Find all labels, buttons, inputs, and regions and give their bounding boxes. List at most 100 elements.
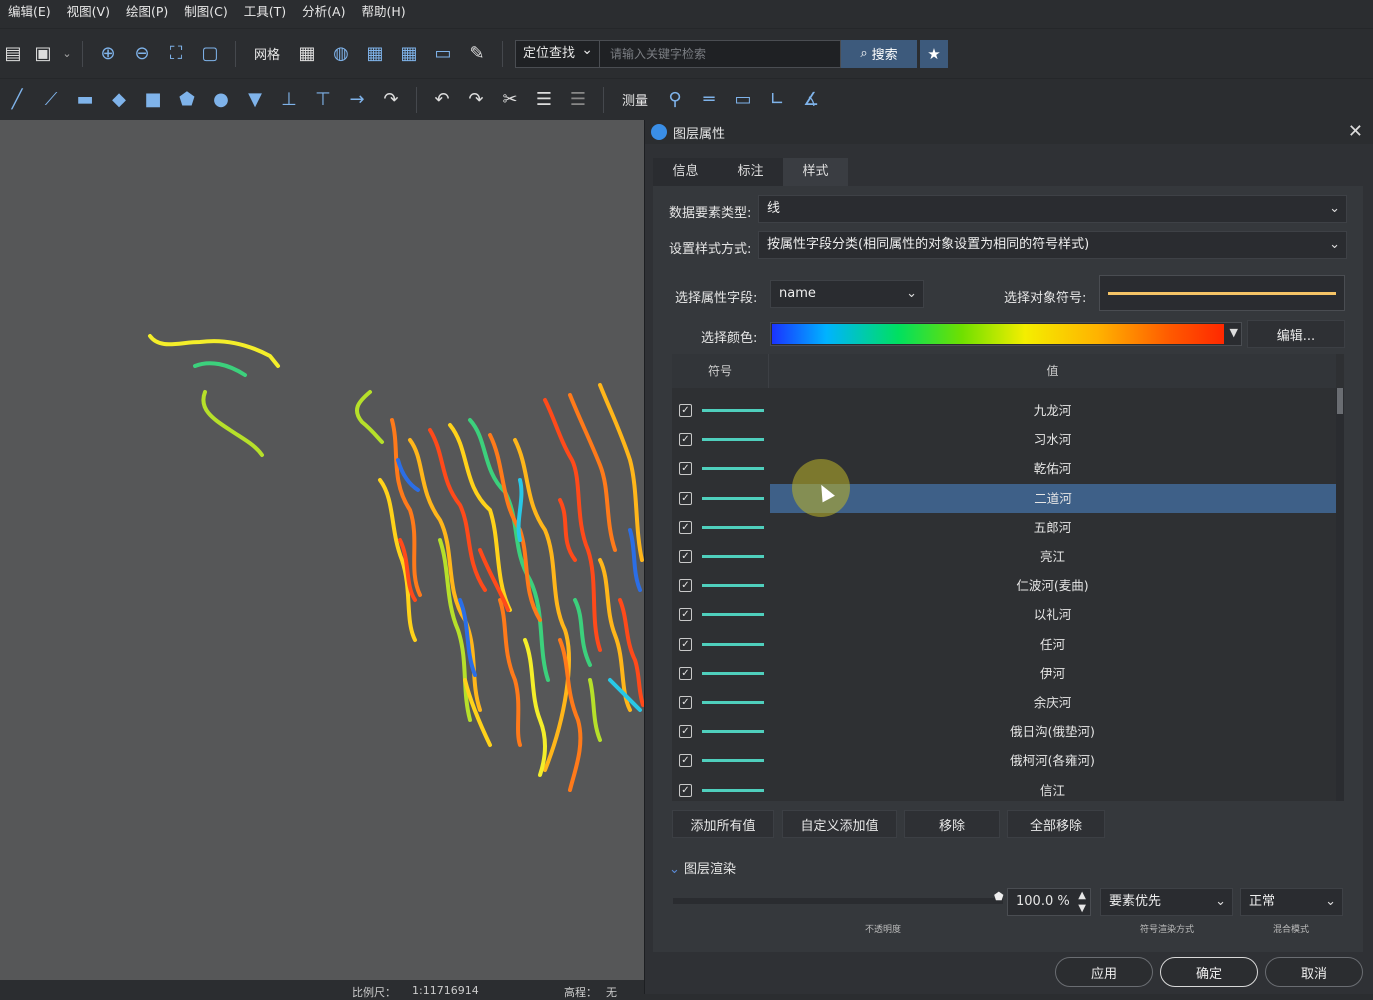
row-checkbox[interactable]: ✓ <box>679 696 692 709</box>
edit-color-button[interactable]: 编辑... <box>1247 320 1345 348</box>
row-value[interactable]: 以礼河 <box>769 600 1336 629</box>
row-value[interactable]: 余庆河 <box>769 688 1336 717</box>
table-row[interactable]: ✓ 任河 <box>672 630 1336 659</box>
row-value[interactable]: 俄日沟(俄垫河) <box>769 717 1336 746</box>
row-checkbox[interactable]: ✓ <box>679 520 692 534</box>
table-row[interactable]: ✓ 伊河 <box>672 659 1336 688</box>
row-symbol-line[interactable] <box>702 525 764 529</box>
row-symbol-line[interactable] <box>702 759 764 763</box>
nh-grid-icon[interactable]: ▦ <box>392 38 426 70</box>
draw-polygon-icon[interactable]: ◆ <box>102 84 136 116</box>
table-row[interactable]: ✓ 余庆河 <box>672 688 1336 717</box>
grid-icon[interactable]: ▦ <box>290 38 324 70</box>
folder-icon[interactable]: ▭ <box>426 38 460 70</box>
row-checkbox[interactable]: ✓ <box>679 608 692 622</box>
layers-icon[interactable]: ▤ <box>0 38 26 70</box>
search-button[interactable]: ⌕ 搜索 <box>841 39 918 68</box>
measure-label[interactable]: 测量 <box>612 90 658 109</box>
symbol-render-select[interactable]: 要素优先 ⌄ <box>1100 888 1233 916</box>
row-checkbox[interactable]: ✓ <box>679 725 692 739</box>
zoom-out-icon[interactable]: ⊖ <box>125 38 159 70</box>
list-icon[interactable]: ☰ <box>561 84 595 116</box>
dropdown-icon[interactable]: ⌄ <box>60 38 74 70</box>
data-type-select[interactable]: 线 ⌄ <box>758 195 1347 223</box>
locate-mode-select[interactable]: 定位查找 <box>516 37 601 67</box>
tab-info[interactable]: 信息 <box>653 158 718 186</box>
favorite-star-icon[interactable]: ★ <box>920 39 949 68</box>
attribute-table-icon[interactable]: ☰ <box>527 84 561 116</box>
row-checkbox[interactable]: ✓ <box>679 783 692 797</box>
draw-circle-icon[interactable]: ● <box>204 84 238 116</box>
row-symbol-line[interactable] <box>702 584 764 588</box>
row-value[interactable]: 五郎河 <box>769 513 1336 542</box>
table-row[interactable]: ✓ 俄日沟(俄垫河) <box>672 717 1336 746</box>
table-row[interactable]: ✓ 亮江 <box>672 542 1336 571</box>
draw-text-icon[interactable]: ⊤ <box>306 84 340 116</box>
brush-icon[interactable]: ✎ <box>460 38 494 70</box>
redo-icon[interactable]: ↷ <box>459 84 493 116</box>
measure-distance-icon[interactable]: ═ <box>692 84 726 116</box>
row-checkbox[interactable]: ✓ <box>679 433 692 447</box>
blend-mode-select[interactable]: 正常 ⌄ <box>1240 888 1343 916</box>
table-row[interactable]: ✓ 习水河 <box>672 425 1336 454</box>
search-input[interactable] <box>600 40 841 67</box>
scrollbar-thumb[interactable] <box>1337 388 1343 414</box>
table-row[interactable]: ✓ 仁波河(麦曲) <box>672 571 1336 600</box>
row-checkbox[interactable]: ✓ <box>679 579 692 593</box>
draw-marker-icon[interactable]: ▼ <box>238 84 272 116</box>
row-value[interactable]: 亮江 <box>769 542 1336 571</box>
ok-button[interactable]: 确定 <box>1160 957 1258 987</box>
draw-curve-icon[interactable]: ↷ <box>374 84 408 116</box>
scale-value[interactable]: 1:11716914 <box>412 984 479 997</box>
globe-grid-icon[interactable]: ◍ <box>324 38 358 70</box>
tab-label[interactable]: 标注 <box>718 158 783 186</box>
menu-cartography[interactable]: 制图(C) <box>176 0 235 24</box>
style-mode-select[interactable]: 按属性字段分类(相同属性的对象设置为相同的符号样式) ⌄ <box>758 231 1347 259</box>
km-grid-icon[interactable]: ▦ <box>358 38 392 70</box>
row-symbol-line[interactable] <box>702 409 764 412</box>
grid-label[interactable]: 网格 <box>244 44 290 63</box>
row-symbol-line[interactable] <box>702 788 764 792</box>
row-checkbox[interactable]: ✓ <box>679 462 692 476</box>
row-checkbox[interactable]: ✓ <box>679 637 692 651</box>
measure-azimuth-icon[interactable]: ∡ <box>794 84 828 116</box>
color-ramp-select[interactable]: ▼ <box>770 322 1242 346</box>
row-symbol-line[interactable] <box>702 467 764 471</box>
row-symbol-line[interactable] <box>702 438 764 442</box>
row-value[interactable]: 习水河 <box>769 425 1336 454</box>
symbol-picker[interactable] <box>1099 275 1345 311</box>
measure-area-icon[interactable]: ▭ <box>726 84 760 116</box>
tab-style[interactable]: 样式 <box>783 158 848 186</box>
slider-thumb-icon[interactable]: ⬟ <box>994 890 1004 903</box>
remove-all-button[interactable]: 全部移除 <box>1007 810 1105 838</box>
row-value[interactable]: 二道河 <box>770 483 1336 513</box>
add-all-values-button[interactable]: 添加所有值 <box>672 810 774 838</box>
opacity-spinbox[interactable]: 100.0 % ▲ ▼ <box>1007 888 1091 916</box>
remove-button[interactable]: 移除 <box>904 810 1000 838</box>
table-row[interactable]: ✓ 以礼河 <box>672 600 1336 629</box>
row-value[interactable]: 任河 <box>769 630 1336 659</box>
zoom-in-icon[interactable]: ⊕ <box>91 38 125 70</box>
row-value[interactable]: 信江 <box>769 776 1336 801</box>
draw-line-icon[interactable]: ╱ <box>0 84 34 116</box>
undo-icon[interactable]: ↶ <box>425 84 459 116</box>
row-checkbox[interactable]: ✓ <box>679 754 692 768</box>
table-scrollbar[interactable] <box>1336 388 1344 801</box>
row-checkbox[interactable]: ✓ <box>679 550 692 563</box>
fit-view-icon[interactable]: ▢ <box>193 38 227 70</box>
full-extent-icon[interactable]: ⛶ <box>159 38 193 70</box>
row-value[interactable]: 九龙河 <box>769 396 1336 425</box>
row-value[interactable]: 伊河 <box>769 659 1336 688</box>
draw-baseline-icon[interactable]: ⊥ <box>272 84 306 116</box>
table-row[interactable]: ✓ 五郎河 <box>672 513 1336 542</box>
table-row[interactable]: ✓ 乾佑河 <box>672 454 1336 483</box>
cut-icon[interactable]: ✂ <box>493 84 527 116</box>
row-symbol-line[interactable] <box>702 555 764 558</box>
row-symbol-line[interactable] <box>702 730 764 734</box>
table-row[interactable]: ✓ 俄柯河(各雍河) <box>672 746 1336 775</box>
row-symbol-line[interactable] <box>702 701 764 704</box>
spin-arrows-icon[interactable]: ▲ ▼ <box>1078 889 1086 915</box>
measure-point-icon[interactable]: ⚲ <box>658 84 692 116</box>
row-value[interactable]: 仁波河(麦曲) <box>769 571 1336 600</box>
row-checkbox[interactable]: ✓ <box>679 404 692 417</box>
